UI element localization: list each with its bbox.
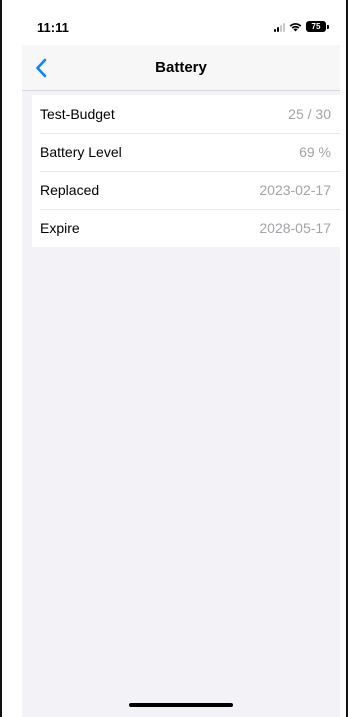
device-frame: 11:11 75 Battery Test-Budget 25 / 30 Bat… (0, 0, 348, 717)
row-battery-level: Battery Level 69 % (32, 133, 340, 171)
status-bar: 11:11 75 (22, 10, 340, 45)
status-time: 11:11 (37, 20, 69, 35)
status-icons: 75 (274, 21, 329, 32)
row-value: 25 / 30 (288, 106, 331, 122)
home-indicator (129, 703, 233, 707)
row-value: 2028-05-17 (259, 220, 331, 236)
row-value: 69 % (299, 144, 331, 160)
row-label: Expire (40, 220, 80, 236)
cellular-signal-icon (274, 22, 285, 32)
battery-info-list: Test-Budget 25 / 30 Battery Level 69 % R… (32, 95, 340, 247)
row-replaced: Replaced 2023-02-17 (32, 171, 340, 209)
navigation-bar: Battery (22, 45, 340, 91)
app-screen: 11:11 75 Battery Test-Budget 25 / 30 Bat… (22, 10, 340, 717)
row-label: Replaced (40, 182, 100, 198)
wifi-icon (289, 22, 302, 31)
page-title: Battery (155, 59, 207, 76)
row-label: Test-Budget (40, 106, 115, 122)
battery-icon: 75 (306, 21, 329, 32)
row-value: 2023-02-17 (259, 182, 331, 198)
row-expire: Expire 2028-05-17 (32, 209, 340, 247)
row-label: Battery Level (40, 144, 122, 160)
row-test-budget: Test-Budget 25 / 30 (32, 95, 340, 133)
